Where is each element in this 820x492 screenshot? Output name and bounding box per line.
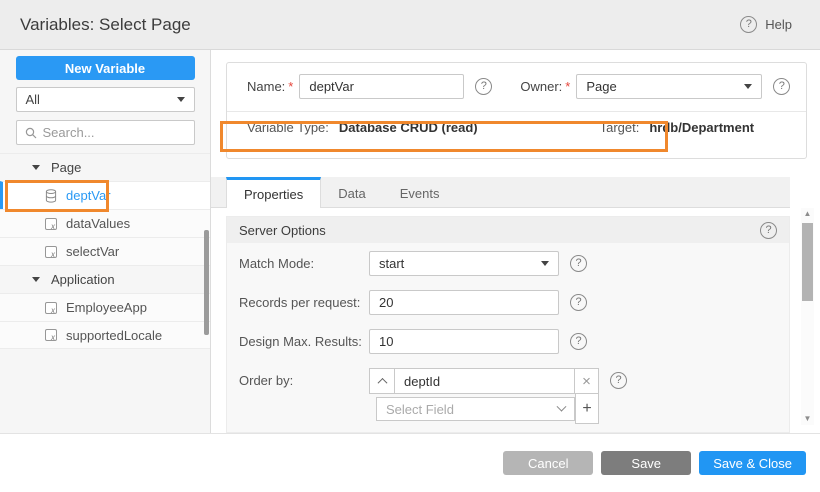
tree-group-page[interactable]: Page [0,153,210,181]
tree-item-datavalues[interactable]: dataValues [0,209,210,237]
chevron-down-icon [541,261,549,266]
tree-group-label: Page [51,160,81,175]
required-marker: * [288,79,293,94]
tree-item-label: dataValues [66,216,130,231]
search-icon [25,127,37,139]
order-by-help-icon[interactable]: ? [610,372,627,389]
records-help-icon[interactable]: ? [570,294,587,311]
variable-icon [45,302,57,314]
collapse-triangle-icon [32,277,40,282]
variables-dialog: Variables: Select Page ? Help New Variab… [0,0,820,492]
help-label: Help [765,17,792,32]
variable-icon [45,329,57,341]
collapse-triangle-icon [32,165,40,170]
server-options-section: Server Options ? Match Mode: start ? [226,216,790,433]
order-by-label: Order by: [239,368,369,388]
add-order-field-button[interactable]: + [575,394,599,424]
tree-item-selectvar[interactable]: selectVar [0,237,210,265]
records-per-request-label: Records per request: [239,295,369,310]
match-mode-dropdown[interactable]: start [369,251,559,276]
tab-data[interactable]: Data [321,177,382,207]
save-and-close-button[interactable]: Save & Close [699,451,806,475]
dialog-footer: Cancel Save Save & Close [0,433,820,492]
name-label: Name: [247,79,285,94]
order-by-field[interactable]: deptId [395,368,575,394]
scrollbar-thumb[interactable] [802,223,813,301]
match-mode-value: start [379,256,404,271]
order-by-widget: deptId × Select Field + [369,368,599,424]
database-icon [45,189,57,203]
match-mode-label: Match Mode: [239,256,369,271]
scroll-up-arrow-icon[interactable]: ▲ [804,208,812,220]
target-value: hrdb/Department [649,120,754,135]
variable-type-value: Database CRUD (read) [339,120,478,135]
page-title: Variables: Select Page [20,15,191,35]
chevron-up-icon [377,377,387,387]
tree-item-label: supportedLocale [66,328,162,343]
target-label: Target: [600,120,640,135]
tree-group-label: Application [51,272,115,287]
tree-group-application[interactable]: Application [0,265,210,293]
design-max-help-icon[interactable]: ? [570,333,587,350]
variable-search-box [16,120,195,145]
variable-icon [45,246,57,258]
owner-value: Page [586,79,616,94]
remove-order-field-button[interactable]: × [575,368,599,394]
name-help-icon[interactable]: ? [475,78,492,95]
variable-tree: Page deptVar dataValues selectVar [0,153,210,349]
server-options-help-icon[interactable]: ? [760,222,777,239]
tree-item-employeeapp[interactable]: EmployeeApp [0,293,210,321]
variables-sidebar: New Variable All Page deptVar [0,50,211,433]
help-link[interactable]: ? Help [740,16,792,33]
variable-filter-dropdown[interactable]: All [16,87,195,112]
chevron-down-icon [177,97,185,102]
tree-item-label: selectVar [66,244,119,259]
cancel-button[interactable]: Cancel [503,451,593,475]
tab-properties[interactable]: Properties [226,177,321,208]
owner-dropdown[interactable]: Page [576,74,762,99]
tree-item-label: EmployeeApp [66,300,147,315]
new-variable-button[interactable]: New Variable [16,56,195,80]
save-button[interactable]: Save [601,451,691,475]
sidebar-scrollbar-thumb[interactable] [204,230,209,335]
tab-events[interactable]: Events [383,177,457,207]
search-input[interactable] [43,125,173,140]
name-input[interactable] [299,74,464,99]
editor-tabs: Properties Data Events [211,177,790,208]
design-max-results-label: Design Max. Results: [239,334,369,349]
variable-editor: Name: * ? Owner: * Page ? Variable Type:… [211,50,820,433]
variable-filter-value: All [26,92,40,107]
help-icon: ? [740,16,757,33]
tree-item-supportedlocale[interactable]: supportedLocale [0,321,210,349]
design-max-results-input[interactable] [369,329,559,354]
match-mode-help-icon[interactable]: ? [570,255,587,272]
select-field-placeholder: Select Field [386,402,454,417]
owner-help-icon[interactable]: ? [773,78,790,95]
main-scrollbar[interactable]: ▲ ▼ [801,208,814,425]
properties-scroll-area: Server Options ? Match Mode: start ? [226,216,790,433]
variable-type-label: Variable Type: [247,120,329,135]
server-options-title: Server Options [239,223,326,238]
records-per-request-input[interactable] [369,290,559,315]
variable-summary-panel: Name: * ? Owner: * Page ? Variable Type:… [226,62,807,159]
scroll-down-arrow-icon[interactable]: ▼ [804,413,812,425]
sort-direction-toggle[interactable] [369,368,395,394]
tree-item-label: deptVar [66,188,111,203]
variable-icon [45,218,57,230]
chevron-down-icon [744,84,752,89]
tree-item-deptvar[interactable]: deptVar [0,181,210,209]
select-field-dropdown[interactable]: Select Field [376,397,575,421]
required-marker: * [565,79,570,94]
chevron-down-icon [557,401,567,411]
owner-label: Owner: [520,79,562,94]
dialog-header: Variables: Select Page ? Help [0,0,820,50]
